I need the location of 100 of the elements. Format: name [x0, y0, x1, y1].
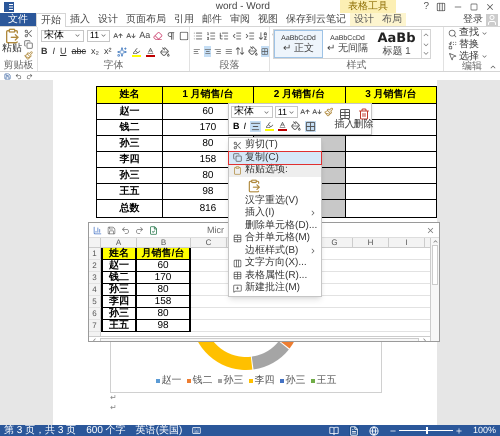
row-header[interactable]: 6 — [89, 308, 101, 319]
highlight-color-icon[interactable] — [265, 121, 274, 132]
format-button[interactable]: U — [60, 47, 67, 56]
caret-icon[interactable] — [100, 32, 108, 39]
save-icon[interactable] — [4, 72, 11, 80]
undo-icon[interactable] — [121, 226, 130, 234]
editing-button[interactable]: 查找 — [459, 28, 479, 38]
align-icon[interactable] — [204, 46, 212, 56]
zoom-thumb[interactable] — [426, 427, 428, 434]
row-header[interactable]: 2 — [89, 260, 101, 271]
menu-item[interactable]: 文字方向(X)... — [229, 257, 322, 270]
row-header[interactable]: 4 — [89, 284, 101, 295]
sheet-cell[interactable]: 姓名 — [101, 248, 137, 260]
shrink-font-icon[interactable] — [126, 30, 136, 40]
sheet-cell[interactable]: 赵一 — [101, 260, 137, 272]
scroll-up-icon[interactable] — [432, 238, 438, 245]
menu-item[interactable]: 新建批注(M) — [229, 282, 322, 294]
caret-icon[interactable] — [288, 108, 295, 116]
menu-item[interactable]: 边框样式(B) — [229, 244, 322, 257]
shading-icon[interactable] — [291, 121, 302, 132]
shading-icon[interactable] — [160, 46, 170, 56]
row-header[interactable]: 5 — [89, 296, 101, 307]
caret-icon[interactable] — [481, 53, 488, 60]
paste-button[interactable]: 粘贴 — [2, 28, 22, 54]
menu-item[interactable]: 删除单元格(D)... — [229, 220, 322, 232]
bullets-icon[interactable] — [193, 31, 203, 41]
font-color-icon[interactable] — [146, 46, 155, 56]
table-icon[interactable] — [338, 108, 350, 120]
row-header[interactable]: 3 — [89, 272, 101, 283]
clear-format-icon[interactable] — [153, 30, 163, 40]
collapse-ribbon-icon[interactable] — [489, 63, 497, 71]
ribbon-tab[interactable]: 文件 — [0, 13, 36, 26]
font-size-field[interactable]: 11 — [86, 30, 110, 42]
menu-item[interactable]: 表格属性(R)... — [229, 270, 322, 282]
sheet-cell[interactable]: 170 — [137, 272, 191, 284]
zoom-in-icon[interactable] — [454, 426, 463, 434]
sheet-cell[interactable]: 孙三 — [101, 308, 137, 320]
status-text[interactable]: 第 3 页，共 3 页 — [4, 426, 76, 436]
format-button[interactable]: x₂ — [91, 47, 100, 56]
numbering-icon[interactable] — [206, 31, 216, 41]
ribbon-tab[interactable]: 邮件 — [198, 13, 226, 26]
view-mode-icon[interactable] — [368, 426, 379, 436]
sheet-cell[interactable]: 80 — [137, 284, 191, 296]
bold-button[interactable]: B — [233, 122, 240, 131]
caret-icon[interactable] — [481, 30, 488, 37]
editing-button[interactable]: 替换 — [459, 40, 479, 50]
ribbon-tab[interactable]: 设计 — [94, 13, 122, 26]
multilevel-list-icon[interactable] — [219, 31, 229, 41]
chart-icon[interactable] — [93, 226, 102, 234]
caret-icon[interactable] — [262, 108, 270, 116]
format-painter-icon[interactable] — [324, 107, 333, 118]
format-button[interactable]: x² — [104, 47, 112, 56]
insert-button[interactable]: 插入 — [335, 104, 354, 134]
status-text[interactable]: 600 个字 — [86, 426, 126, 436]
copy-icon[interactable] — [24, 40, 33, 49]
sheet-cell[interactable]: 月销售/台 — [137, 248, 191, 260]
sheet-cell[interactable]: 钱二 — [101, 272, 137, 284]
view-mode-icon[interactable] — [348, 426, 359, 436]
ribbon-tab[interactable]: 引用 — [170, 13, 198, 26]
sheet-cell[interactable]: 60 — [137, 260, 191, 272]
font-color-icon[interactable] — [278, 121, 288, 132]
undo-icon[interactable] — [15, 72, 22, 80]
close-icon[interactable] — [485, 2, 495, 12]
ribbon-tab[interactable]: 保存到云笔记 — [282, 13, 350, 26]
maximize-icon[interactable] — [470, 2, 478, 10]
column-header[interactable]: C — [191, 238, 227, 247]
cut-icon[interactable] — [24, 29, 33, 38]
ribbon-tab[interactable]: 审阅 — [226, 13, 254, 26]
borders-icon[interactable] — [305, 120, 316, 132]
column-header[interactable]: I — [389, 238, 425, 247]
text-effects-icon[interactable] — [116, 46, 127, 56]
ribbon-tab[interactable]: 插入 — [66, 13, 94, 26]
view-mode-icon[interactable] — [328, 426, 339, 436]
sheet-cell[interactable]: 98 — [137, 320, 191, 332]
ribbon-tab[interactable]: 布局 — [378, 13, 406, 26]
ribbon-tab[interactable]: 开始 — [36, 13, 66, 27]
phonetic-icon[interactable] — [166, 30, 176, 40]
format-button[interactable]: B — [41, 47, 48, 56]
close-icon[interactable] — [426, 226, 435, 234]
vertical-scrollbar[interactable] — [430, 238, 439, 341]
line-spacing-icon[interactable] — [235, 46, 246, 56]
borders-icon[interactable] — [261, 46, 269, 56]
increase-indent-icon[interactable] — [245, 31, 255, 41]
sign-in-link[interactable]: 登录 — [463, 13, 483, 26]
trash-icon[interactable] — [358, 108, 370, 120]
ribbon-tab[interactable]: 设计 — [350, 13, 378, 26]
status-text[interactable]: 英语(美国) — [136, 426, 182, 436]
macro-icon[interactable] — [192, 426, 202, 435]
sheet-cell[interactable]: 孙三 — [101, 284, 137, 296]
ribbon-tab[interactable]: 视图 — [254, 13, 282, 26]
column-header[interactable]: B — [137, 238, 191, 247]
format-button[interactable]: abc — [72, 47, 86, 56]
highlight-color-icon[interactable] — [132, 46, 141, 56]
grow-font-icon[interactable] — [113, 30, 124, 40]
help-button[interactable]: ? — [423, 2, 429, 12]
font-name-field[interactable]: 宋体 — [41, 30, 84, 42]
font-name-field[interactable]: 宋体 — [231, 106, 273, 118]
shading-icon[interactable] — [248, 46, 258, 56]
format-painter-icon[interactable] — [24, 51, 33, 60]
decrease-indent-icon[interactable] — [232, 31, 242, 41]
